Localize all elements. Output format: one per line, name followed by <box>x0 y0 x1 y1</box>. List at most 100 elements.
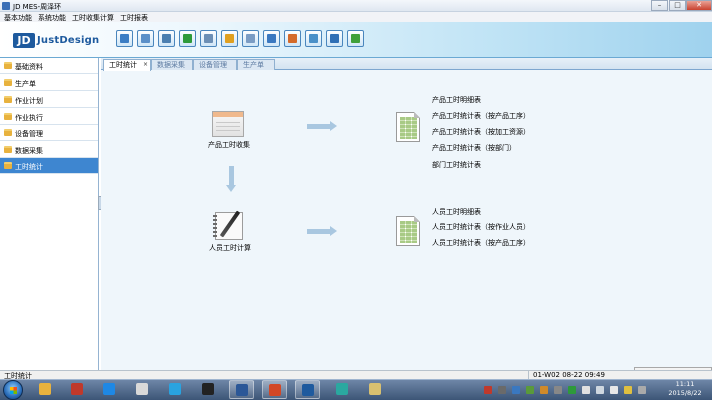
sidebar-item-production-order[interactable]: 生产单 <box>0 75 98 91</box>
spreadsheet-icon <box>396 216 420 246</box>
sidebar-item-basic-data[interactable]: 基础资料 <box>0 58 98 74</box>
computer-icon <box>141 34 150 43</box>
network-icon[interactable] <box>596 386 604 394</box>
lang-icon[interactable] <box>484 386 492 394</box>
taskbar-clock[interactable]: 11:11 2015/8/22 <box>660 380 710 398</box>
power-icon[interactable] <box>624 386 632 394</box>
folder-icon <box>4 113 12 120</box>
toolbar-button-users[interactable] <box>284 30 301 47</box>
sidebar-item-job-execution[interactable]: 作业执行 <box>0 109 98 125</box>
tray-app-icon[interactable] <box>554 386 562 394</box>
report-product-detail[interactable]: 产品工时明细表 <box>432 95 481 105</box>
monitor-icon <box>162 34 171 43</box>
sidebar-item-label: 工时统计 <box>15 163 43 171</box>
report-product-by-process[interactable]: 产品工时统计表（按产品工序） <box>432 111 530 121</box>
taskbar-paint-button[interactable] <box>130 380 155 399</box>
flag-icon[interactable] <box>582 386 590 394</box>
sidebar-item-work-hours[interactable]: 工时统计 <box>0 158 98 174</box>
tray-app-icon[interactable] <box>498 386 506 394</box>
sidebar-item-data-collection[interactable]: 数据采集 <box>0 142 98 158</box>
person-calc-icon[interactable] <box>213 212 243 240</box>
tab-close-icon[interactable]: × <box>143 60 148 70</box>
sudoku-icon <box>71 383 83 395</box>
toolbar-button-gear[interactable] <box>263 30 280 47</box>
minimize-button[interactable]: – <box>651 0 668 11</box>
taskbar-qq-button[interactable] <box>196 380 221 399</box>
folder-icon <box>4 62 12 69</box>
powerpoint-icon <box>269 384 281 396</box>
close-button[interactable]: ✕ <box>686 0 712 11</box>
paint-icon <box>136 383 148 395</box>
tray-app-icon[interactable] <box>638 386 646 394</box>
window-title: JD MES-周泽环 <box>13 3 62 11</box>
taskbar-ie-button[interactable] <box>97 380 122 399</box>
maximize-button[interactable]: □ <box>669 0 686 11</box>
report-person-by-process[interactable]: 人员工时统计表（按产品工序） <box>432 238 530 248</box>
sidebar-item-job-plan[interactable]: 作业计划 <box>0 92 98 108</box>
taskbar-powerpoint-button[interactable] <box>262 380 287 399</box>
tab-label: 数据采集 <box>157 61 185 69</box>
tab-label: 工时统计 <box>109 61 137 69</box>
tab-work-hours[interactable]: 工时统计 × <box>103 59 151 71</box>
taskbar-palette-button[interactable] <box>363 380 388 399</box>
system-tray <box>482 380 656 399</box>
tray-app-icon[interactable] <box>512 386 520 394</box>
tab-label: 生产单 <box>243 61 264 69</box>
taskbar-word-button[interactable] <box>229 380 254 399</box>
sidebar-item-label: 基础资料 <box>15 63 43 71</box>
arrow-right-icon <box>307 226 337 236</box>
spreadsheet-icon <box>396 112 420 142</box>
person-calc-label[interactable]: 人员工时计算 <box>209 243 251 253</box>
folder-icon <box>39 383 51 395</box>
report-person-by-worker[interactable]: 人员工时统计表（按作业人员） <box>432 222 530 232</box>
taskbar-folder-button[interactable] <box>33 380 58 399</box>
status-info: 01-W02 08-22 09:49 <box>533 371 605 379</box>
jd-mes-icon <box>302 384 314 396</box>
sidebar-item-equipment[interactable]: 设备管理 <box>0 125 98 141</box>
sidebar-item-label: 作业计划 <box>15 97 43 105</box>
shield-icon[interactable] <box>568 386 576 394</box>
report-product-by-department[interactable]: 产品工时统计表（按部门） <box>432 143 516 153</box>
toolbar-button-printer[interactable] <box>221 30 238 47</box>
tray-app-icon[interactable] <box>526 386 534 394</box>
palette-icon <box>369 383 381 395</box>
printer-icon <box>225 34 234 43</box>
taskbar-jd-mes-button[interactable] <box>295 380 320 399</box>
ie-icon <box>103 383 115 395</box>
product-collect-icon[interactable] <box>212 111 244 137</box>
volume-icon[interactable] <box>610 386 618 394</box>
tab-equipment[interactable]: 设备管理 <box>193 59 237 70</box>
toolbar-button-network[interactable] <box>326 30 343 47</box>
taskbar-browser-button[interactable] <box>163 380 188 399</box>
sidebar-item-label: 生产单 <box>15 80 36 88</box>
start-button[interactable] <box>3 380 23 400</box>
toolbar-button-chart[interactable] <box>305 30 322 47</box>
product-collect-label[interactable]: 产品工时收集 <box>208 140 250 150</box>
toolbar-button-home[interactable] <box>116 30 133 47</box>
toolbar-button-pencil[interactable] <box>242 30 259 47</box>
taskbar-map-button[interactable] <box>330 380 355 399</box>
folder-icon <box>4 162 12 169</box>
taskbar-sudoku-button[interactable] <box>65 380 90 399</box>
image-icon <box>351 34 360 43</box>
report-department-stats[interactable]: 部门工时统计表 <box>432 160 481 170</box>
chart-icon <box>309 34 318 43</box>
toolbar-button-image[interactable] <box>347 30 364 47</box>
report-product-by-resource[interactable]: 产品工时统计表（按加工资源） <box>432 127 530 137</box>
users-icon <box>288 34 297 43</box>
tab-data-collection[interactable]: 数据采集 <box>151 59 193 70</box>
arrow-down-icon <box>226 166 236 192</box>
tab-production-order[interactable]: 生产单 <box>237 59 275 70</box>
qq-icon <box>202 383 214 395</box>
folder-icon <box>4 146 12 153</box>
report-person-detail[interactable]: 人员工时明细表 <box>432 207 481 217</box>
title-bar: JD MES-周泽环 <box>0 0 712 12</box>
toolbar-button-computer[interactable] <box>137 30 154 47</box>
menu-bar: 基本功能 系统功能 工时收集计算 工时报表 <box>0 12 712 22</box>
toolbar-button-monitor[interactable] <box>158 30 175 47</box>
toolbar-button-edit[interactable] <box>200 30 217 47</box>
folder-icon <box>4 129 12 136</box>
toolbar-button-refresh[interactable] <box>179 30 196 47</box>
folder-icon <box>4 79 12 86</box>
tray-app-icon[interactable] <box>540 386 548 394</box>
